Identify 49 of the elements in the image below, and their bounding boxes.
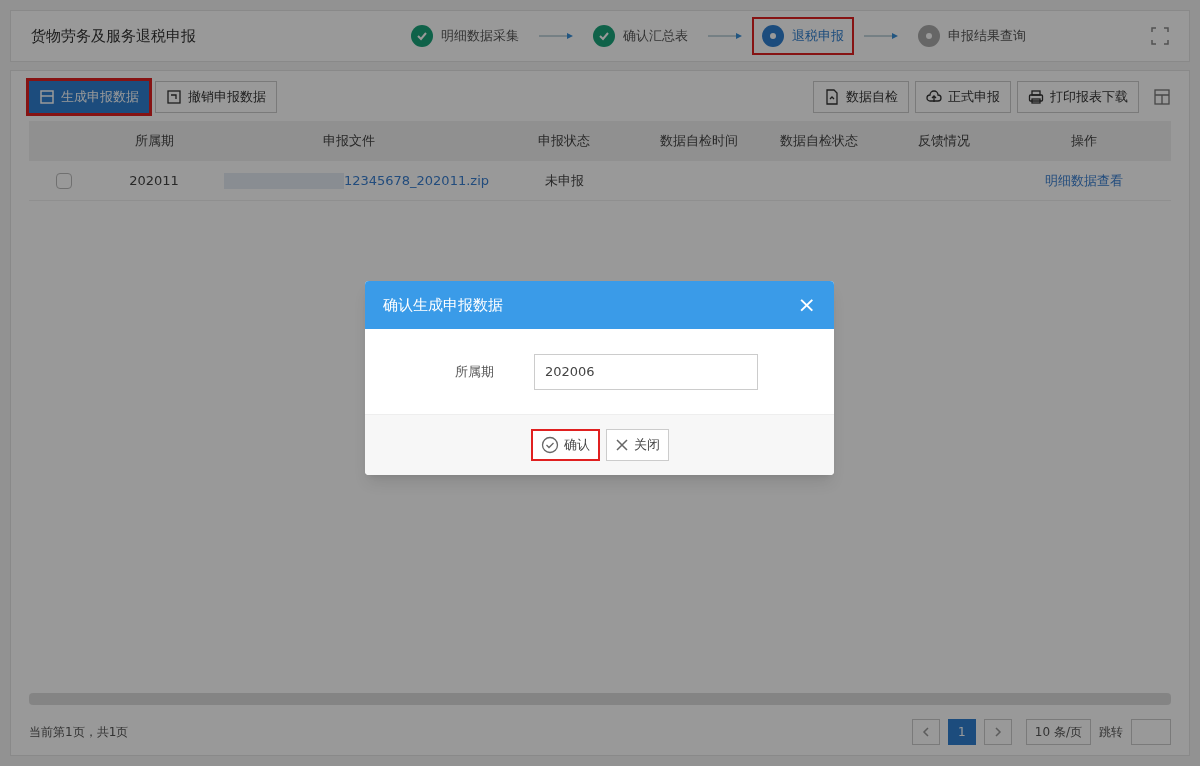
toolbar-button[interactable]: 撤销申报数据: [155, 81, 277, 113]
table-cell-text: 未申报: [544, 171, 584, 190]
toolbar-button[interactable]: 打印报表下载: [1017, 81, 1139, 113]
page-info: 当前第1页，共1页: [29, 724, 129, 741]
toolbar-button[interactable]: 数据自检: [813, 81, 909, 113]
page-title: 货物劳务及服务退税申报: [31, 25, 197, 47]
toolbar-button[interactable]: 正式申报: [915, 81, 1011, 113]
page-button[interactable]: 1: [947, 719, 976, 745]
page-size-select[interactable]: 10 条/页: [1025, 719, 1091, 745]
action-link[interactable]: 明细数据查看: [1045, 170, 1123, 191]
dialog-button[interactable]: 确认: [530, 429, 600, 461]
document-icon: [824, 89, 840, 105]
file-link[interactable]: 12345678_202011.zip: [343, 170, 489, 191]
fullscreen-icon[interactable]: [1151, 27, 1169, 45]
document-icon: [166, 89, 182, 105]
table-cell-text: 202011: [129, 171, 179, 190]
column-settings-icon[interactable]: [1153, 88, 1171, 106]
close-button[interactable]: ×: [797, 294, 816, 316]
previous-page-button[interactable]: [911, 719, 940, 745]
column-header: 操作: [1070, 132, 1098, 151]
chevron-right-icon: [993, 727, 1002, 737]
dialog-title: 确认生成申报数据: [383, 294, 503, 316]
column-header: 数据自检状态: [779, 132, 859, 151]
field-label: 所属期: [455, 362, 494, 381]
column-header: 所属期: [133, 132, 175, 151]
jump-label: 跳转: [1099, 724, 1123, 741]
page-number-field[interactable]: [1131, 719, 1171, 745]
step[interactable]: 明细数据采集: [401, 17, 529, 55]
period-input-field[interactable]: 202006: [534, 353, 758, 390]
column-header: 反馈情况: [917, 132, 971, 151]
row-checkbox[interactable]: [56, 172, 72, 189]
next-page-button[interactable]: [983, 719, 1012, 745]
check-circle-icon: [540, 436, 559, 454]
step[interactable]: 退税申报: [752, 17, 854, 55]
chevron-left-icon: [921, 727, 930, 737]
step[interactable]: 确认汇总表: [583, 17, 698, 55]
dialog-button[interactable]: 关闭: [605, 429, 669, 461]
column-header: 申报状态: [537, 132, 591, 151]
step[interactable]: 申报结果查询: [908, 17, 1036, 55]
column-header: 申报文件: [322, 132, 376, 151]
cloud-upload-icon: [926, 89, 942, 105]
printer-icon: [1028, 89, 1044, 105]
close-icon: [614, 438, 629, 452]
column-header: 数据自检时间: [659, 132, 739, 151]
arrow-icon: [864, 32, 898, 40]
table-icon: [39, 89, 55, 105]
toolbar-button[interactable]: 生成申报数据: [29, 81, 149, 113]
arrow-icon: [708, 32, 742, 40]
arrow-icon: [539, 32, 573, 40]
